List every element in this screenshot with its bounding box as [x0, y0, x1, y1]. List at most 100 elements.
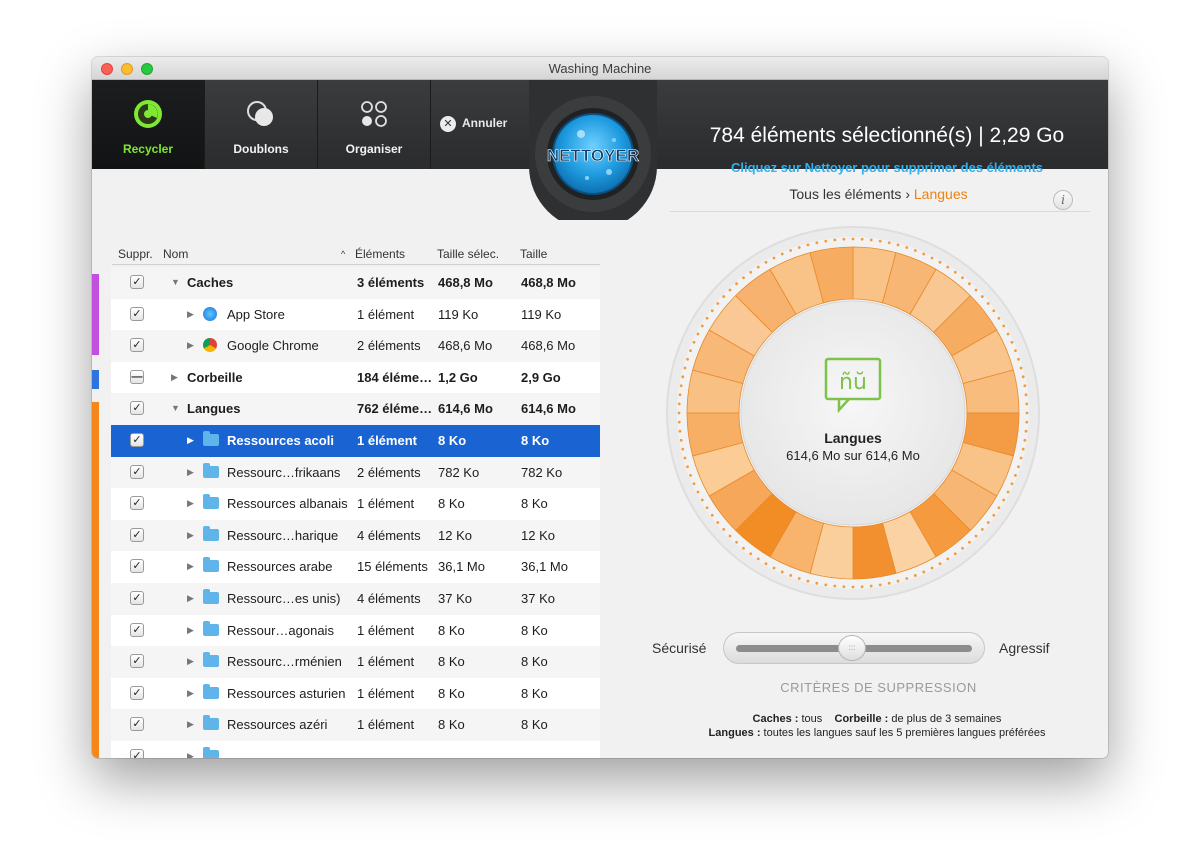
ring-dot [938, 562, 942, 566]
ring-dot [851, 585, 855, 589]
delete-checkbox[interactable]: ✓ [130, 559, 144, 574]
row-items: 1 élément [357, 685, 415, 701]
criteria-corbeille-key: Corbeille : [834, 713, 889, 725]
header-items[interactable]: Éléments [355, 247, 405, 261]
file-list[interactable]: ✓ ▼ Caches 3 éléments 468,8 Mo 468,8 Mo ✓ ▶ App … [111, 267, 600, 758]
clean-button[interactable]: NETTOYER [529, 80, 657, 230]
disclosure-collapsed-icon[interactable]: ▶ [187, 520, 194, 552]
delete-checkbox[interactable]: ✓ [130, 432, 144, 447]
disclosure-collapsed-icon[interactable]: ▶ [187, 678, 194, 710]
disclosure-collapsed-icon[interactable]: ▶ [187, 583, 194, 615]
ring-dot [946, 265, 950, 269]
row-items: 3 éléments [357, 275, 425, 290]
ring-dot [689, 349, 692, 353]
folder-icon [203, 683, 219, 699]
header-name[interactable]: Nom [163, 247, 188, 261]
table-row[interactable]: ✓ ▶ Ressourc…frikaans 2 éléments 782 Ko 782 K… [111, 456, 600, 489]
table-row[interactable]: ✓ ▶ Ressources arabe 15 éléments 36,1 Mo 36,1… [111, 551, 600, 583]
disclosure-collapsed-icon[interactable]: ▶ [187, 615, 194, 647]
delete-checkbox[interactable]: ✓ [130, 527, 144, 542]
ring-dot [772, 566, 776, 570]
disclosure-collapsed-icon[interactable]: ▶ [187, 551, 194, 583]
table-row[interactable]: ✓ ▶ Ressourc…es unis) 4 éléments 37 Ko 37 Ko [111, 582, 600, 615]
disclosure-collapsed-icon[interactable]: ▶ [187, 299, 194, 331]
cancel-button[interactable]: ✕ Annuler [440, 116, 507, 132]
table-row[interactable]: — ▶ Corbeille 184 éléme… 1,2 Go 2,9 Go [111, 361, 600, 394]
organize-grid-icon [361, 101, 387, 127]
table-row[interactable]: ✓ ▶ Ressourc…rménien 1 élément 8 Ko 8 Ko [111, 646, 600, 678]
table-row[interactable]: ✓ ▶ Google Chrome 2 éléments 468,6 Mo 468,6 M… [111, 330, 600, 362]
organiser-tab[interactable]: Organiser [318, 80, 431, 169]
delete-checkbox[interactable]: ✓ [130, 338, 144, 353]
info-icon[interactable]: i [1053, 190, 1073, 210]
ring-dot [797, 246, 801, 249]
ring-dot [677, 420, 681, 424]
ring-dot [860, 585, 864, 589]
table-row[interactable]: ✓ ▼ Langues 762 éléme… 614,6 Mo 614,6 Mo [111, 393, 600, 425]
ring-dot [922, 570, 926, 574]
delete-checkbox[interactable]: ✓ [130, 401, 144, 416]
delete-checkbox[interactable]: ✓ [130, 306, 144, 321]
ring-dot [968, 282, 971, 286]
folder-icon [203, 525, 219, 541]
ring-dot [913, 574, 917, 577]
ring-dot [1024, 393, 1028, 397]
minimize-window-button[interactable] [121, 63, 133, 75]
doublons-tab[interactable]: Doublons [205, 80, 318, 169]
table-row[interactable]: ✓ ▶ Ressources acoli 1 élément 8 Ko 8 Ko [111, 424, 600, 457]
ring-dot [824, 239, 828, 243]
ring-dot [869, 238, 873, 242]
disclosure-collapsed-icon[interactable]: ▶ [187, 488, 194, 520]
table-row[interactable]: ✓ ▼ Caches 3 éléments 468,8 Mo 468,8 Mo [111, 267, 600, 299]
header-delete[interactable]: Suppr. [118, 247, 153, 261]
table-row[interactable]: ✓ ▶ Ressources asturien 1 élément 8 Ko 8 Ko [111, 677, 600, 710]
delete-checkbox[interactable]: ✓ [130, 496, 144, 511]
breadcrumb-separator: › [905, 186, 910, 202]
close-window-button[interactable] [101, 63, 113, 75]
disclosure-collapsed-icon[interactable]: ▶ [187, 425, 194, 457]
header-size[interactable]: Taille [520, 247, 547, 261]
delete-checkbox[interactable]: ✓ [130, 717, 144, 732]
delete-checkbox[interactable]: — [130, 369, 144, 384]
disclosure-collapsed-icon[interactable]: ▶ [187, 741, 194, 758]
delete-checkbox[interactable]: ✓ [130, 622, 144, 637]
row-name: Google Chrome [227, 338, 319, 354]
disclosure-collapsed-icon[interactable]: ▶ [187, 330, 194, 362]
row-items: 184 éléme… [357, 369, 433, 385]
language-icon-glyph: ñŭ [839, 370, 867, 395]
clean-button-label: NETTOYER [547, 146, 639, 165]
table-row[interactable]: ✓ ▶ Ressourc…harique 4 éléments 12 Ko 12 Ko [111, 519, 600, 552]
row-selected-size: 614,6 Mo [438, 401, 493, 417]
delete-checkbox[interactable]: ✓ [130, 590, 144, 605]
breadcrumb-root[interactable]: Tous les éléments [789, 186, 901, 202]
disclosure-expanded-icon[interactable]: ▼ [171, 393, 180, 425]
disclosure-collapsed-icon[interactable]: ▶ [187, 646, 194, 678]
delete-checkbox[interactable]: ✓ [130, 275, 144, 289]
disclosure-expanded-icon[interactable]: ▼ [171, 267, 180, 299]
table-row[interactable]: ✓ ▶ Ressources azéri 1 élément 8 Ko 8 Ko [111, 709, 600, 741]
criteria-slider[interactable]: ::: [723, 632, 985, 664]
ring-dot [678, 393, 682, 397]
recycler-tab[interactable]: Recycler [92, 80, 205, 169]
delete-checkbox[interactable]: ✓ [130, 654, 144, 669]
row-selected-size: 12 Ko [438, 527, 472, 543]
disclosure-collapsed-icon[interactable]: ▶ [187, 709, 194, 741]
table-row[interactable]: ✓ ▶ Ressources albanais 1 élément 8 Ko 8 Ko [111, 488, 600, 520]
disclosure-collapsed-icon[interactable]: ▶ [171, 362, 178, 394]
delete-checkbox[interactable]: ✓ [130, 748, 144, 758]
delete-checkbox[interactable]: ✓ [130, 464, 144, 479]
row-name: Caches [187, 275, 234, 290]
table-row[interactable]: ✓ ▶ App Store 1 élément 119 Ko 119 Ko [111, 298, 600, 331]
ring-dot [1006, 332, 1010, 336]
disclosure-collapsed-icon[interactable]: ▶ [187, 457, 194, 489]
zoom-window-button[interactable] [141, 63, 153, 75]
slider-thumb[interactable]: ::: [838, 635, 866, 661]
header-selected-size[interactable]: Taille sélec. [437, 247, 499, 261]
delete-checkbox[interactable]: ✓ [130, 685, 144, 700]
table-row[interactable]: ✓ ▶ Ressour…agonais 1 élément 8 Ko 8 Ko [111, 614, 600, 647]
folder-icon [203, 588, 219, 604]
ring-dot [922, 252, 926, 256]
ring-dot [735, 540, 738, 544]
table-row[interactable]: ✓ ▶ [111, 740, 600, 758]
row-selected-size: 1,2 Go [438, 369, 478, 385]
